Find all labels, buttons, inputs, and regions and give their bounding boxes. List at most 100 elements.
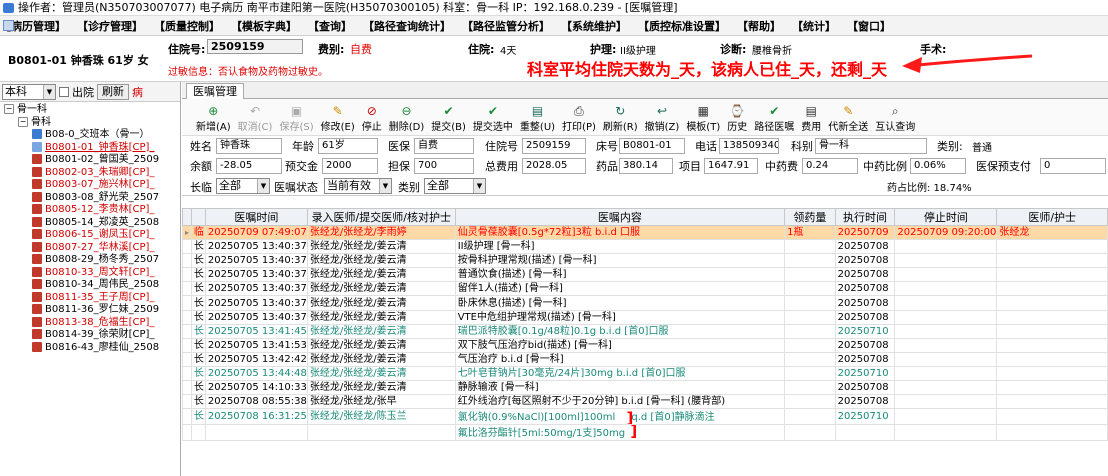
table-row[interactable]: 长 20250705 13:42:42 张经龙/张经龙/姜云清 气压治疗 b.i.d … [182,351,1108,367]
menu-app-icon[interactable] [3,20,14,31]
table-row[interactable]: 长 20250705 13:40:37 张经龙/张经龙/姜云清 按骨科护理常规(描述)… [182,253,1108,269]
toolbar-button-11[interactable]: ↩ 撤销(Z) [645,104,680,135]
insurance-prepay-field[interactable]: 0 [1040,158,1106,174]
tree-node-patient[interactable]: B0814-39_徐荣财[CP]_ [4,329,180,342]
tree-node-patient[interactable]: B0801-01_钟香珠[CP]_ [4,141,180,155]
total-cost-field[interactable]: 2028.05 [522,158,586,174]
toolbar-button-6[interactable]: ✔ 提交(B) [431,104,466,135]
column-header[interactable]: 录入医师/提交医师/核对护士 [306,208,456,226]
menu-item-11[interactable]: 【窗口】 [847,18,891,34]
dept-select-value: 本科 [5,84,27,98]
column-header[interactable] [190,208,206,226]
tree-node-patient[interactable]: B0810-33_周文轩[CP]_ [4,266,180,280]
column-header[interactable]: 停止时间 [894,208,998,226]
herb-ratio-field[interactable]: 0.06% [910,158,966,174]
item-cost-field[interactable]: 1647.91 [704,158,758,174]
tree-node-dept[interactable]: − 骨一科 [4,104,180,117]
toolbar-button-9[interactable]: ⎙ 打印(P) [562,104,596,135]
toolbar-button-8[interactable]: ▤ 重整(U) [520,104,555,135]
tree-node-patient[interactable]: B0805-14_郑凌英_2508 [4,216,180,230]
tree-node-patient[interactable]: B0801-02_曾国美_2509 [4,154,180,167]
insurance-field[interactable]: 自费 [414,138,474,154]
toolbar-button-16[interactable]: ✎ 代新全送 [828,104,868,135]
table-row[interactable]: 长 20250708 16:31:25 张经龙/张经龙/陈玉兰 氯化钠(0.9%NaC… [182,408,1108,426]
table-row[interactable]: 长 20250705 13:40:37 张经龙/张经龙/姜云清 VTE中危组护理常规(… [182,309,1108,325]
menu-item-4[interactable]: 【查询】 [308,18,352,34]
tree-node-patient[interactable]: B0811-36_罗仁妹_2509 [4,304,180,317]
toolbar-button-2[interactable]: ▣ 保存(S) [279,104,313,135]
herb-cost-field[interactable]: 0.24 [802,158,858,174]
menu-item-10[interactable]: 【统计】 [792,18,836,34]
tree-node-patient[interactable]: B0810-34_周伟民_2508 [4,279,180,292]
toolbar-button-4[interactable]: ⊘ 停止 [362,104,382,135]
toolbar-button-0[interactable]: ⊕ 新增(A) [196,104,231,135]
menu-item-9[interactable]: 【帮助】 [737,18,781,34]
toolbar-button-7[interactable]: ✔ 提交选中 [473,104,513,135]
discharged-checkbox[interactable] [59,86,69,97]
menu-item-3[interactable]: 【模板字典】 [231,18,297,34]
phone-field[interactable]: 13850934066 [719,138,779,154]
column-header[interactable]: 执行时间 [834,208,896,226]
toolbar-button-13[interactable]: ⌚ 历史 [727,104,747,135]
table-row[interactable]: 长 20250708 08:55:38 张经龙/张经龙/张早 红外线治疗[每区照射不少… [182,394,1108,410]
dept-select[interactable]: 本科 ▼ [2,83,56,100]
tree-node-patient[interactable]: B0816-43_廖桂仙_2508 [4,341,180,355]
admission-no-field[interactable]: 2509159 [522,138,586,154]
toolbar-button-14[interactable]: ✔ 路径医嘱 [754,104,794,135]
guarantee-field[interactable]: 700 [414,158,474,174]
table-row[interactable]: 氟比洛芬酯针[5ml:50mg/1支]50mg ] [182,424,1108,442]
toolbar-button-12[interactable]: ▦ 模板(T) [686,104,720,135]
column-header[interactable]: 医嘱时间 [204,208,308,226]
tree-node-patient[interactable]: B0807-27_华林溪[CP]_ [4,241,180,255]
tree-node-patient[interactable]: B0808-29_杨冬秀_2507 [4,254,180,267]
toolbar-button-1[interactable]: ↶ 取消(C) [238,104,273,135]
table-row[interactable]: 长 20250705 14:10:33 张经龙/张经龙/姜云清 静脉输液 [骨一科] 2… [182,380,1108,396]
toolbar-button-3[interactable]: ✎ 修改(E) [321,104,355,135]
menu-item-1[interactable]: 【诊疗管理】 [77,18,143,34]
column-header[interactable]: 医师/护士 [996,208,1108,226]
balance-field[interactable]: -28.05 [216,158,282,174]
toolbar-button-17[interactable]: ⌕ 互认查询 [875,104,915,135]
table-row[interactable]: 长 20250705 13:41:53 张经龙/张经龙/姜云清 双下肢气压治疗bid(… [182,337,1108,353]
tree-node-patient[interactable]: B0806-15_谢凤玉[CP]_ [4,229,180,242]
table-row[interactable]: 长 20250705 13:41:45 张经龙/张经龙/姜云清 瑞巴派特胶囊[0.1g… [182,323,1108,339]
tab-order-management[interactable]: 医嘱管理 [186,83,244,99]
column-header[interactable]: 医嘱内容 [454,208,786,226]
drug-cost-field[interactable]: 380.14 [619,158,673,174]
toolbar-button-15[interactable]: ▤ 费用 [801,104,821,135]
age-field[interactable]: 61岁 [318,138,378,154]
table-row[interactable]: 长 20250705 13:40:37 张经龙/张经龙/姜云清 卧床休息(描述) [骨… [182,295,1108,311]
long-temp-select[interactable]: 全部 ▼ [216,178,270,194]
table-row[interactable]: 长 20250705 13:40:37 张经龙/张经龙/姜云清 留伴1人(描述) [骨… [182,281,1108,297]
refresh-button[interactable]: 刷新 [97,83,129,100]
tree-node-patient[interactable]: B0803-08_舒光荣_2507 [4,191,180,205]
tree-node-patient[interactable]: B0813-38_危福生[CP]_ [4,316,180,330]
table-row[interactable]: 长 20250705 13:40:37 张经龙/张经龙/姜云清 普通饮食(描述) [骨… [182,267,1108,283]
column-header[interactable] [182,208,192,226]
bed-field[interactable]: B0801-01 [619,138,685,154]
toolbar-button-10[interactable]: ↻ 刷新(R) [603,104,638,135]
dept-field[interactable]: 骨一科 [815,138,927,154]
table-row[interactable]: 长 20250705 13:40:37 张经龙/张经龙/姜云清 II级护理 [骨一科]… [182,239,1108,255]
extra-tab-label[interactable]: 病 [132,84,143,100]
tree-node-patient[interactable]: B0802-03_朱瑞卿[CP]_ [4,166,180,180]
menu-item-6[interactable]: 【路径监管分析】 [462,18,550,34]
tree-node-dept[interactable]: − 骨科 [4,116,180,130]
tree-node-patient[interactable]: B08-0_交班本（骨一） [4,129,180,142]
tree-node-patient[interactable]: B0803-07_施兴林[CP]_ [4,179,180,192]
tree-node-patient[interactable]: B0805-12_李贵林[CP]_ [4,204,180,217]
admission-number-field[interactable]: 2509159 [207,39,303,54]
table-row[interactable]: ▸ 临 20250709 07:49:07 张经龙/张经龙/李雨婷 仙灵骨葆胶囊[0.5… [182,224,1108,241]
menu-item-7[interactable]: 【系统维护】 [561,18,627,34]
category-filter-select[interactable]: 全部 ▼ [424,178,486,194]
order-status-select[interactable]: 当前有效 ▼ [324,178,392,194]
menu-item-8[interactable]: 【质控标准设置】 [638,18,726,34]
prepay-field[interactable]: 2000 [322,158,378,174]
toolbar-button-5[interactable]: ⊖ 删除(D) [389,104,425,135]
column-header[interactable]: 领药量 [784,208,836,226]
table-row[interactable]: 长 20250705 13:44:48 张经龙/张经龙/姜云清 七叶皂苷钠片[30毫克… [182,365,1108,382]
menu-item-2[interactable]: 【质量控制】 [154,18,220,34]
menu-item-5[interactable]: 【路径查询统计】 [363,18,451,34]
tree-node-patient[interactable]: B0811-35_王子周[CP]_ [4,291,180,305]
name-field[interactable]: 钟香珠 [216,138,282,154]
